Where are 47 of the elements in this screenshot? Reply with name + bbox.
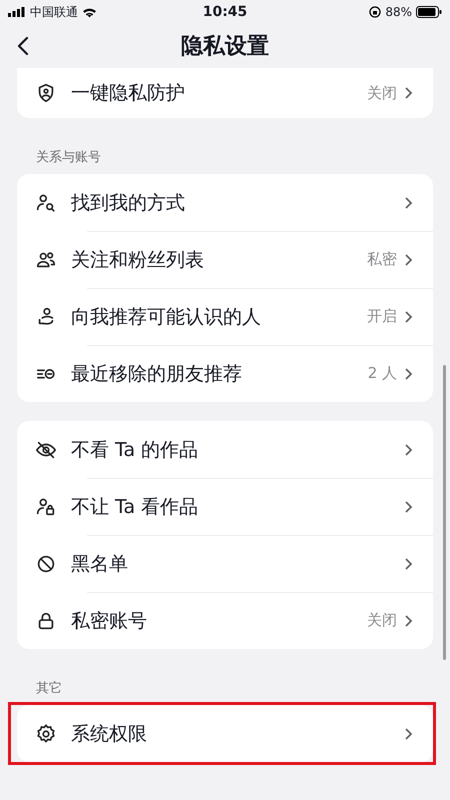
section-header: 关系与账号 — [35, 149, 102, 167]
battery-icon — [416, 6, 442, 18]
wifi-icon — [82, 6, 97, 18]
settings-row[interactable]: 找到我的方式 — [17, 174, 433, 231]
chevron-icon — [403, 366, 413, 380]
carrier-name: 中国联通 — [30, 4, 78, 20]
chevron-icon — [403, 726, 413, 740]
row-value: 2 人 — [368, 364, 397, 383]
row-label: 最近移除的朋友推荐 — [71, 362, 243, 386]
status-time: 10:45 — [202, 4, 248, 20]
person-lock-icon — [35, 496, 57, 518]
row-label: 一键隐私防护 — [71, 81, 186, 106]
section-header: 其它 — [35, 680, 63, 698]
settings-row[interactable]: 一键隐私防护 关闭 — [17, 68, 433, 118]
chevron-icon — [403, 556, 413, 570]
settings-row[interactable]: 不看 Ta 的作品 — [17, 421, 433, 478]
row-label: 关注和粉丝列表 — [71, 248, 205, 272]
row-label: 不看 Ta 的作品 — [71, 438, 200, 462]
settings-row[interactable]: 私密账号 关闭 — [17, 592, 433, 649]
row-value: 私密 — [367, 250, 397, 269]
chevron-icon — [403, 86, 413, 100]
chevron-icon — [403, 252, 413, 266]
page-title: 隐私设置 — [181, 33, 269, 61]
row-label: 不让 Ta 看作品 — [71, 494, 200, 520]
row-label: 找到我的方式 — [71, 190, 186, 216]
row-value: 开启 — [367, 307, 397, 326]
signal-icon — [8, 7, 26, 17]
row-label: 向我推荐可能认识的人 — [71, 304, 262, 330]
row-label: 黑名单 — [71, 552, 129, 576]
row-label: 系统权限 — [71, 722, 148, 746]
settings-icon — [35, 722, 57, 744]
chevron-icon — [403, 500, 413, 514]
settings-row[interactable]: 向我推荐可能认识的人 开启 — [17, 288, 433, 345]
settings-row[interactable]: 关注和粉丝列表 私密 — [17, 231, 433, 288]
settings-row[interactable]: 最近移除的朋友推荐 2 人 — [17, 345, 433, 402]
person-search-icon — [35, 192, 57, 214]
settings-row[interactable]: 黑名单 — [17, 535, 433, 592]
row-value: 关闭 — [367, 84, 397, 102]
orientation-lock-icon — [369, 6, 382, 18]
battery-percent: 88% — [385, 5, 412, 19]
row-value: 关闭 — [367, 611, 397, 630]
chevron-icon — [403, 442, 413, 456]
row-label: 私密账号 — [71, 608, 148, 634]
settings-row[interactable]: 不让 Ta 看作品 — [17, 478, 433, 535]
chevron-icon — [403, 614, 413, 628]
chevron-icon — [403, 310, 413, 324]
chevron-icon — [403, 196, 413, 210]
